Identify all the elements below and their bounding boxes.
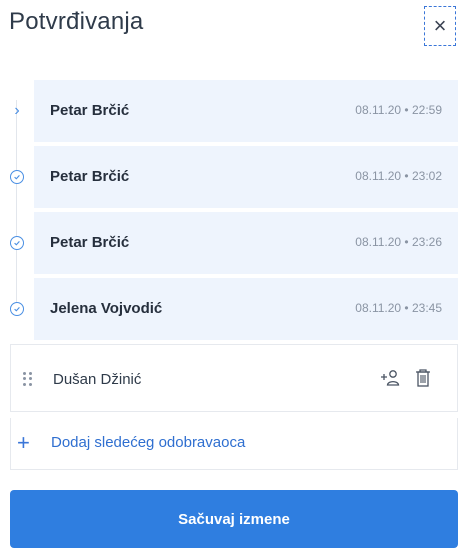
add-next-approver-label: Dodaj sledećeg odobravaoca xyxy=(51,434,246,451)
close-icon: × xyxy=(433,13,447,38)
approver-name: Petar Brčić xyxy=(50,102,130,119)
drag-handle-icon[interactable] xyxy=(23,372,33,386)
approver-name: Petar Brčić xyxy=(50,168,130,185)
approver-row[interactable]: Jelena Vojvodić 08.11.20 • 23:45 xyxy=(10,278,458,340)
approver-name: Jelena Vojvodić xyxy=(50,300,163,317)
approver-row[interactable]: Petar Brčić 08.11.20 • 23:02 xyxy=(10,146,458,208)
add-user-icon[interactable] xyxy=(379,367,401,389)
save-changes-button[interactable]: Sačuvaj izmene xyxy=(10,490,458,548)
panel-header: Potvrđivanja × xyxy=(0,0,458,56)
trash-icon[interactable] xyxy=(415,368,431,388)
approver-name: Petar Brčić xyxy=(50,234,130,251)
approver-row[interactable]: › Petar Brčić 08.11.20 • 22:59 xyxy=(14,80,458,142)
draft-approver-row[interactable]: Dušan Džinić xyxy=(10,344,458,412)
check-circle-icon xyxy=(10,236,24,250)
approval-timestamp: 08.11.20 • 23:02 xyxy=(355,169,442,183)
check-circle-icon xyxy=(10,302,24,316)
close-button[interactable]: × xyxy=(424,6,456,46)
plus-icon: + xyxy=(17,430,30,455)
approval-timestamp: 08.11.20 • 22:59 xyxy=(355,103,442,117)
panel-title: Potvrđivanja xyxy=(9,8,144,35)
draft-approver-name: Dušan Džinić xyxy=(53,371,142,388)
check-circle-icon xyxy=(10,170,24,184)
chevron-right-icon: › xyxy=(14,102,20,119)
approval-timestamp: 08.11.20 • 23:26 xyxy=(355,235,442,249)
approver-row[interactable]: Petar Brčić 08.11.20 • 23:26 xyxy=(10,212,458,274)
add-next-approver[interactable]: + Dodaj sledećeg odobravaoca xyxy=(10,418,458,470)
approval-timestamp: 08.11.20 • 23:45 xyxy=(355,301,442,315)
